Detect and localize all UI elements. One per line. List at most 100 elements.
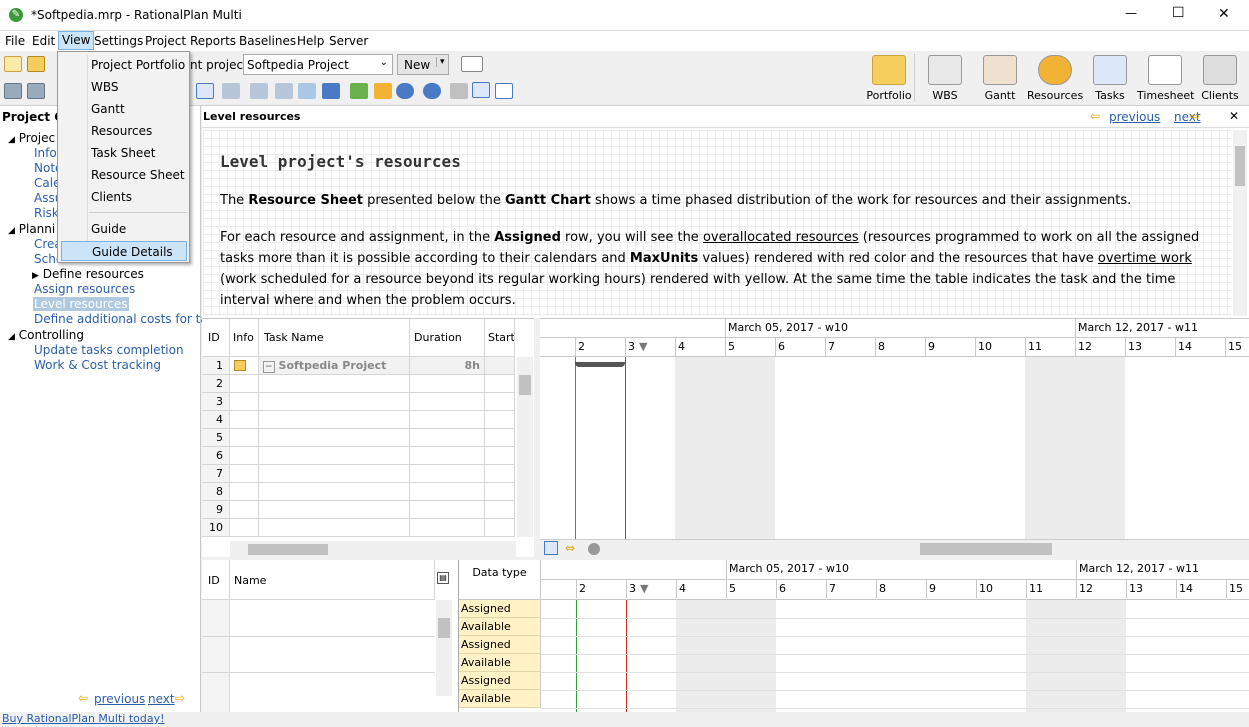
resources-button[interactable]: Resources <box>1027 55 1083 105</box>
guide-next-icon[interactable]: ⇨ <box>1190 109 1200 123</box>
menu-item-project-portfolio[interactable]: Project Portfolio <box>61 55 187 75</box>
task-name-cell[interactable] <box>259 465 410 483</box>
duration-cell[interactable] <box>410 393 485 411</box>
task-hscroll[interactable] <box>230 541 516 557</box>
close-button[interactable]: ✕ <box>1218 6 1230 22</box>
menu-item-clients[interactable]: Clients <box>61 187 187 207</box>
task-vscroll[interactable] <box>517 357 533 537</box>
table-row[interactable]: 10 <box>202 519 515 537</box>
task-name-cell[interactable]: − Softpedia Project <box>259 357 410 375</box>
new-button[interactable]: New ▾ <box>397 54 449 75</box>
start-cell[interactable] <box>485 501 515 519</box>
guide-previous-icon[interactable]: ⇦ <box>1090 109 1100 123</box>
table-row[interactable]: 9 <box>202 501 515 519</box>
sidebar-previous-link[interactable]: previous <box>94 692 145 706</box>
wbs-button[interactable]: WBS <box>917 55 973 105</box>
minimize-button[interactable]: — <box>1125 6 1137 20</box>
task-name-cell[interactable] <box>259 519 410 537</box>
project-select[interactable]: Softpedia Project ⌄ <box>243 54 393 75</box>
col-duration[interactable]: Duration <box>410 319 485 357</box>
table-row[interactable]: 7 <box>202 465 515 483</box>
collapse-toggle-icon[interactable]: − <box>263 361 275 373</box>
new-file-icon[interactable] <box>4 56 22 72</box>
col-start[interactable]: Start <box>485 319 515 357</box>
sun-icon[interactable] <box>374 83 392 99</box>
menu-view[interactable]: View <box>58 31 95 50</box>
start-cell[interactable] <box>485 393 515 411</box>
goto-task-icon[interactable]: ⇔ <box>565 541 575 555</box>
duration-cell[interactable] <box>410 411 485 429</box>
menu-edit[interactable]: Edit <box>29 31 58 51</box>
expand-icon[interactable]: ◢ <box>8 135 15 145</box>
menu-item-task-sheet[interactable]: Task Sheet <box>61 143 187 163</box>
col-info[interactable]: Info <box>230 319 259 357</box>
duration-cell[interactable] <box>410 447 485 465</box>
tasks-button[interactable]: Tasks <box>1082 55 1138 105</box>
tree-item-controlling[interactable]: ◢ Controlling <box>8 328 84 342</box>
gantt-view-icon[interactable] <box>472 82 490 98</box>
table-row[interactable]: 5 <box>202 429 515 447</box>
menu-reports[interactable]: Reports <box>187 31 239 51</box>
tree-item-update-completion[interactable]: Update tasks completion <box>34 343 184 357</box>
scroll-thumb[interactable] <box>438 618 450 638</box>
table-row[interactable]: 3 <box>202 393 515 411</box>
menu-item-guide-details[interactable]: Guide Details <box>61 241 187 261</box>
start-cell[interactable] <box>485 447 515 465</box>
tree-item-define-resources[interactable]: ▶ Define resources <box>32 267 144 281</box>
tree-item-planning[interactable]: ◢ Planni <box>8 222 55 236</box>
timesheet-button[interactable]: Timesheet <box>1137 55 1194 105</box>
gantt-button[interactable]: Gantt <box>972 55 1028 105</box>
task-name-cell[interactable] <box>259 429 410 447</box>
task-name-cell[interactable] <box>259 501 410 519</box>
start-cell[interactable] <box>485 465 515 483</box>
menu-item-guide[interactable]: Guide <box>61 219 187 239</box>
scroll-thumb[interactable] <box>248 544 328 555</box>
tree-item-assign-resources[interactable]: Assign resources <box>34 282 135 296</box>
start-cell[interactable] <box>485 483 515 501</box>
start-cell[interactable] <box>485 429 515 447</box>
link-icon[interactable] <box>222 83 240 99</box>
zoom-out-icon[interactable] <box>423 83 441 99</box>
menu-item-gantt[interactable]: Gantt <box>61 99 187 119</box>
table-row[interactable]: 6 <box>202 447 515 465</box>
res-col-name[interactable]: Name <box>230 560 435 600</box>
progress-icon[interactable] <box>350 83 368 99</box>
scroll-thumb[interactable] <box>1235 146 1245 186</box>
tree-item-project[interactable]: ◢ Projec <box>8 131 55 145</box>
tree-item-info[interactable]: Info <box>34 146 57 160</box>
tree-item-level-resources[interactable]: Level resources <box>33 297 129 311</box>
indent-icon[interactable] <box>4 83 22 99</box>
menu-server[interactable]: Server <box>326 31 371 51</box>
duration-cell[interactable] <box>410 429 485 447</box>
duration-cell[interactable]: 8h <box>410 357 485 375</box>
guide-scrollbar[interactable] <box>1233 130 1247 316</box>
scroll-thumb[interactable] <box>519 375 531 395</box>
critical-path-icon[interactable] <box>298 83 316 99</box>
menu-settings[interactable]: Settings <box>91 31 146 51</box>
split-icon[interactable] <box>275 83 293 99</box>
task-name-cell[interactable] <box>259 447 410 465</box>
outdent-icon[interactable] <box>27 83 45 99</box>
today-icon[interactable] <box>588 543 600 555</box>
start-cell[interactable] <box>485 519 515 537</box>
sidebar-next-link[interactable]: next <box>148 692 175 706</box>
gantt-hscroll[interactable]: ⇔ <box>540 539 1249 557</box>
menu-project[interactable]: Project <box>142 31 189 51</box>
table-row[interactable]: 4 <box>202 411 515 429</box>
next-arrow-icon[interactable]: ⇨ <box>175 691 185 705</box>
notes-icon[interactable] <box>495 83 513 99</box>
tree-item-work-cost-tracking[interactable]: Work & Cost tracking <box>34 358 161 372</box>
close-guide-icon[interactable]: ✕ <box>1229 109 1239 123</box>
guide-previous-link[interactable]: previous <box>1109 110 1160 124</box>
col-task-name[interactable]: Task Name <box>259 319 410 357</box>
duration-cell[interactable] <box>410 519 485 537</box>
duration-cell[interactable] <box>410 465 485 483</box>
table-row[interactable]: 8 <box>202 483 515 501</box>
collapse-icon[interactable] <box>196 83 214 99</box>
task-name-cell[interactable] <box>259 375 410 393</box>
duration-cell[interactable] <box>410 501 485 519</box>
email-icon[interactable] <box>461 56 483 72</box>
maximize-button[interactable]: ☐ <box>1172 5 1185 21</box>
col-id[interactable]: ID <box>202 319 230 357</box>
duration-cell[interactable] <box>410 375 485 393</box>
